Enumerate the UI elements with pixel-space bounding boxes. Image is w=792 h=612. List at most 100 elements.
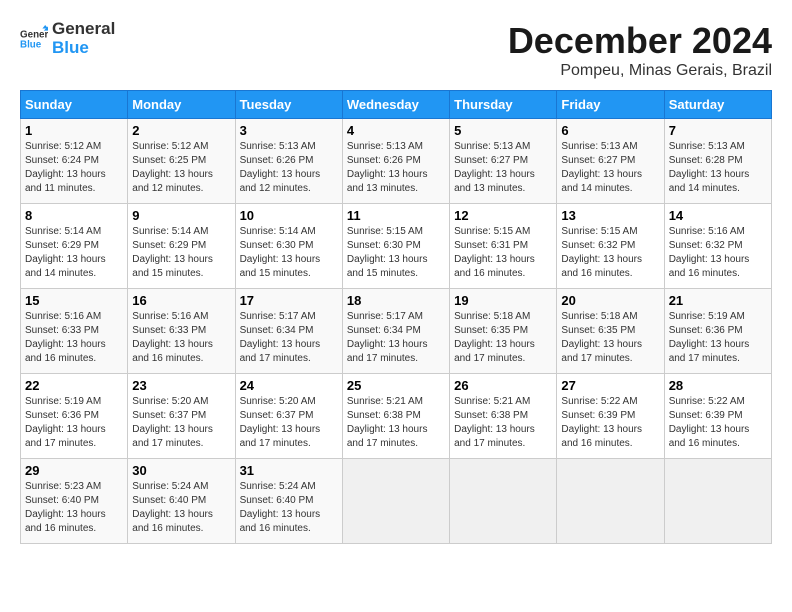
- weekday-header-monday: Monday: [128, 91, 235, 119]
- day-number: 19: [454, 293, 552, 308]
- day-number: 18: [347, 293, 445, 308]
- calendar-cell: 1 Sunrise: 5:12 AMSunset: 6:24 PMDaylight…: [21, 119, 128, 204]
- calendar-cell: 4 Sunrise: 5:13 AMSunset: 6:26 PMDaylight…: [342, 119, 449, 204]
- day-info: Sunrise: 5:21 AMSunset: 6:38 PMDaylight:…: [347, 395, 445, 451]
- weekday-header-thursday: Thursday: [450, 91, 557, 119]
- day-info: Sunrise: 5:20 AMSunset: 6:37 PMDaylight:…: [132, 395, 230, 451]
- day-info: Sunrise: 5:15 AMSunset: 6:30 PMDaylight:…: [347, 225, 445, 281]
- day-info: Sunrise: 5:24 AMSunset: 6:40 PMDaylight:…: [240, 480, 338, 536]
- day-number: 28: [669, 378, 767, 393]
- calendar-cell: 13 Sunrise: 5:15 AMSunset: 6:32 PMDayligh…: [557, 204, 664, 289]
- day-number: 25: [347, 378, 445, 393]
- calendar-cell: 28 Sunrise: 5:22 AMSunset: 6:39 PMDayligh…: [664, 374, 771, 459]
- calendar-cell: 2Sunrise: 5:12 AMSunset: 6:25 PMDaylight…: [128, 119, 235, 204]
- calendar-cell: 9 Sunrise: 5:14 AMSunset: 6:29 PMDaylight…: [128, 204, 235, 289]
- day-info: Sunrise: 5:20 AMSunset: 6:37 PMDaylight:…: [240, 395, 338, 451]
- calendar-cell: 27 Sunrise: 5:22 AMSunset: 6:39 PMDayligh…: [557, 374, 664, 459]
- calendar-cell: 18 Sunrise: 5:17 AMSunset: 6:34 PMDayligh…: [342, 289, 449, 374]
- calendar-cell: 19 Sunrise: 5:18 AMSunset: 6:35 PMDayligh…: [450, 289, 557, 374]
- calendar-cell: 29Sunrise: 5:23 AMSunset: 6:40 PMDayligh…: [21, 459, 128, 544]
- calendar-cell: [450, 459, 557, 544]
- day-info: Sunrise: 5:13 AMSunset: 6:27 PMDaylight:…: [561, 140, 659, 196]
- calendar-cell: 17 Sunrise: 5:17 AMSunset: 6:34 PMDayligh…: [235, 289, 342, 374]
- day-number: 1: [25, 123, 123, 138]
- month-title: December 2024: [508, 20, 772, 62]
- day-number: 6: [561, 123, 659, 138]
- day-number: 13: [561, 208, 659, 223]
- calendar-cell: 16 Sunrise: 5:16 AMSunset: 6:33 PMDayligh…: [128, 289, 235, 374]
- calendar-cell: 25 Sunrise: 5:21 AMSunset: 6:38 PMDayligh…: [342, 374, 449, 459]
- day-info: Sunrise: 5:15 AMSunset: 6:32 PMDaylight:…: [561, 225, 659, 281]
- calendar-cell: 30 Sunrise: 5:24 AMSunset: 6:40 PMDayligh…: [128, 459, 235, 544]
- calendar-cell: 26 Sunrise: 5:21 AMSunset: 6:38 PMDayligh…: [450, 374, 557, 459]
- calendar-cell: 5Sunrise: 5:13 AMSunset: 6:27 PMDaylight…: [450, 119, 557, 204]
- calendar-cell: 3Sunrise: 5:13 AMSunset: 6:26 PMDaylight…: [235, 119, 342, 204]
- day-info: Sunrise: 5:21 AMSunset: 6:38 PMDaylight:…: [454, 395, 552, 451]
- day-info: Sunrise: 5:19 AMSunset: 6:36 PMDaylight:…: [25, 395, 123, 451]
- calendar-cell: [664, 459, 771, 544]
- logo-icon: General Blue: [20, 25, 48, 53]
- day-info: Sunrise: 5:24 AMSunset: 6:40 PMDaylight:…: [132, 480, 230, 536]
- title-area: December 2024 Pompeu, Minas Gerais, Braz…: [508, 20, 772, 80]
- day-number: 31: [240, 463, 338, 478]
- day-number: 11: [347, 208, 445, 223]
- calendar-week-1: 1 Sunrise: 5:12 AMSunset: 6:24 PMDaylight…: [21, 119, 772, 204]
- page-header: General Blue General Blue December 2024 …: [20, 20, 772, 80]
- day-number: 21: [669, 293, 767, 308]
- day-number: 9: [132, 208, 230, 223]
- logo-text-blue: Blue: [52, 39, 115, 58]
- calendar-cell: 31 Sunrise: 5:24 AMSunset: 6:40 PMDayligh…: [235, 459, 342, 544]
- calendar-cell: 11 Sunrise: 5:15 AMSunset: 6:30 PMDayligh…: [342, 204, 449, 289]
- calendar-cell: 23 Sunrise: 5:20 AMSunset: 6:37 PMDayligh…: [128, 374, 235, 459]
- day-info: Sunrise: 5:14 AMSunset: 6:29 PMDaylight:…: [25, 225, 123, 281]
- day-info: Sunrise: 5:16 AMSunset: 6:32 PMDaylight:…: [669, 225, 767, 281]
- calendar-cell: 6 Sunrise: 5:13 AMSunset: 6:27 PMDaylight…: [557, 119, 664, 204]
- day-info: Sunrise: 5:16 AMSunset: 6:33 PMDaylight:…: [25, 310, 123, 366]
- day-info: Sunrise: 5:13 AMSunset: 6:26 PMDaylight:…: [347, 140, 445, 196]
- day-info: Sunrise: 5:14 AMSunset: 6:30 PMDaylight:…: [240, 225, 338, 281]
- weekday-header-saturday: Saturday: [664, 91, 771, 119]
- location-title: Pompeu, Minas Gerais, Brazil: [508, 62, 772, 80]
- weekday-header-sunday: Sunday: [21, 91, 128, 119]
- day-number: 17: [240, 293, 338, 308]
- day-number: 4: [347, 123, 445, 138]
- day-number: 8: [25, 208, 123, 223]
- day-info: Sunrise: 5:17 AMSunset: 6:34 PMDaylight:…: [240, 310, 338, 366]
- day-info: Sunrise: 5:13 AMSunset: 6:27 PMDaylight:…: [454, 140, 552, 196]
- day-number: 29: [25, 463, 123, 478]
- day-info: Sunrise: 5:13 AMSunset: 6:28 PMDaylight:…: [669, 140, 767, 196]
- day-info: Sunrise: 5:18 AMSunset: 6:35 PMDaylight:…: [561, 310, 659, 366]
- calendar-cell: 20Sunrise: 5:18 AMSunset: 6:35 PMDayligh…: [557, 289, 664, 374]
- day-number: 24: [240, 378, 338, 393]
- day-info: Sunrise: 5:15 AMSunset: 6:31 PMDaylight:…: [454, 225, 552, 281]
- day-number: 27: [561, 378, 659, 393]
- calendar-cell: 24 Sunrise: 5:20 AMSunset: 6:37 PMDayligh…: [235, 374, 342, 459]
- calendar-week-5: 29Sunrise: 5:23 AMSunset: 6:40 PMDayligh…: [21, 459, 772, 544]
- day-number: 30: [132, 463, 230, 478]
- weekday-header-wednesday: Wednesday: [342, 91, 449, 119]
- day-info: Sunrise: 5:14 AMSunset: 6:29 PMDaylight:…: [132, 225, 230, 281]
- day-info: Sunrise: 5:22 AMSunset: 6:39 PMDaylight:…: [669, 395, 767, 451]
- calendar-cell: 21 Sunrise: 5:19 AMSunset: 6:36 PMDayligh…: [664, 289, 771, 374]
- day-number: 16: [132, 293, 230, 308]
- calendar-cell: 10Sunrise: 5:14 AMSunset: 6:30 PMDayligh…: [235, 204, 342, 289]
- day-info: Sunrise: 5:19 AMSunset: 6:36 PMDaylight:…: [669, 310, 767, 366]
- calendar-header-row: SundayMondayTuesdayWednesdayThursdayFrid…: [21, 91, 772, 119]
- calendar-week-4: 22Sunrise: 5:19 AMSunset: 6:36 PMDayligh…: [21, 374, 772, 459]
- weekday-header-tuesday: Tuesday: [235, 91, 342, 119]
- calendar-cell: [557, 459, 664, 544]
- svg-text:Blue: Blue: [20, 39, 42, 50]
- day-info: Sunrise: 5:12 AMSunset: 6:25 PMDaylight:…: [132, 140, 230, 196]
- calendar-cell: [342, 459, 449, 544]
- day-info: Sunrise: 5:12 AMSunset: 6:24 PMDaylight:…: [25, 140, 123, 196]
- day-number: 26: [454, 378, 552, 393]
- logo-text-general: General: [52, 20, 115, 39]
- calendar-week-3: 15Sunrise: 5:16 AMSunset: 6:33 PMDayligh…: [21, 289, 772, 374]
- day-info: Sunrise: 5:22 AMSunset: 6:39 PMDaylight:…: [561, 395, 659, 451]
- day-info: Sunrise: 5:16 AMSunset: 6:33 PMDaylight:…: [132, 310, 230, 366]
- calendar-cell: 14Sunrise: 5:16 AMSunset: 6:32 PMDayligh…: [664, 204, 771, 289]
- calendar-cell: 7Sunrise: 5:13 AMSunset: 6:28 PMDaylight…: [664, 119, 771, 204]
- day-info: Sunrise: 5:17 AMSunset: 6:34 PMDaylight:…: [347, 310, 445, 366]
- day-number: 23: [132, 378, 230, 393]
- day-info: Sunrise: 5:18 AMSunset: 6:35 PMDaylight:…: [454, 310, 552, 366]
